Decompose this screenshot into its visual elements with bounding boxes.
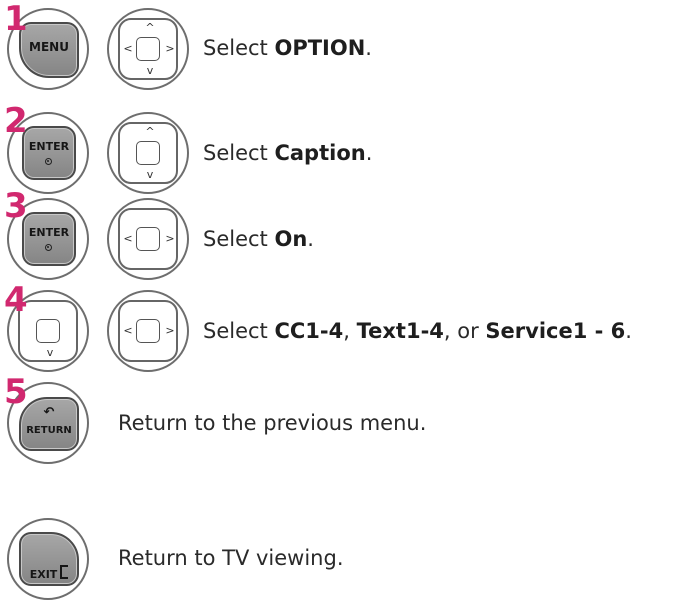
- exit-key[interactable]: EXIT: [19, 532, 79, 586]
- step-1-bold: OPTION: [274, 36, 366, 60]
- arrow-down-icon: v: [146, 64, 154, 77]
- exit-bracket-icon: [60, 565, 69, 579]
- nav-key-up-down-left-right[interactable]: ^ v < >: [118, 18, 178, 80]
- ok-square-icon: [136, 141, 160, 165]
- nav-key-left-right-step-4[interactable]: < >: [118, 300, 178, 362]
- enter-key-label: ENTER: [28, 226, 70, 239]
- service-option: Service1 - 6: [485, 319, 626, 343]
- step-4-text: Select CC1-4, Text1-4, or Service1 - 6.: [203, 319, 632, 343]
- step-number-3: 3: [4, 186, 28, 226]
- step-2-bold: Caption: [274, 141, 366, 165]
- cc-option: CC1-4: [274, 319, 344, 343]
- return-arrow-icon: ↶: [43, 405, 55, 420]
- arrow-left-icon: <: [123, 324, 133, 337]
- enter-key-label: ENTER: [28, 140, 70, 153]
- return-key[interactable]: ↶ RETURN: [19, 397, 79, 451]
- step-3-bold: On: [274, 227, 308, 251]
- arrow-right-icon: >: [165, 324, 175, 337]
- step-1-text: Select OPTION.: [203, 36, 372, 60]
- enter-key-step-3[interactable]: ENTER: [22, 212, 76, 266]
- enter-dot-icon: [45, 244, 52, 251]
- return-key-label: RETURN: [26, 425, 72, 436]
- nav-key-up-down[interactable]: ^ v: [118, 122, 178, 184]
- arrow-down-icon: v: [146, 168, 154, 181]
- arrow-right-icon: >: [165, 42, 175, 55]
- arrow-left-icon: <: [123, 42, 133, 55]
- menu-key-label: MENU: [29, 40, 69, 54]
- step-2-text: Select Caption.: [203, 141, 373, 165]
- step-5-text: Return to the previous menu.: [118, 411, 427, 435]
- step-3-text: Select On.: [203, 227, 314, 251]
- nav-key-left-right[interactable]: < >: [118, 208, 178, 270]
- step-number-2: 2: [4, 101, 28, 141]
- exit-text: Return to TV viewing.: [118, 546, 344, 570]
- text-option: Text1-4: [356, 319, 444, 343]
- exit-key-label: EXIT: [21, 565, 77, 581]
- enter-key-step-2[interactable]: ENTER: [22, 126, 76, 180]
- ok-square-icon: [136, 319, 160, 343]
- menu-key[interactable]: MENU: [19, 22, 79, 78]
- arrow-down-icon: v: [46, 346, 54, 359]
- arrow-up-icon: ^: [145, 21, 155, 34]
- step-number-4: 4: [4, 280, 28, 320]
- ok-square-icon: [136, 227, 160, 251]
- step-number-5: 5: [4, 372, 28, 412]
- ok-square-icon: [36, 319, 60, 343]
- arrow-right-icon: >: [165, 232, 175, 245]
- ok-square-icon: [136, 37, 160, 61]
- arrow-up-icon: ^: [145, 125, 155, 138]
- arrow-left-icon: <: [123, 232, 133, 245]
- enter-dot-icon: [45, 158, 52, 165]
- step-number-1: 1: [4, 0, 28, 39]
